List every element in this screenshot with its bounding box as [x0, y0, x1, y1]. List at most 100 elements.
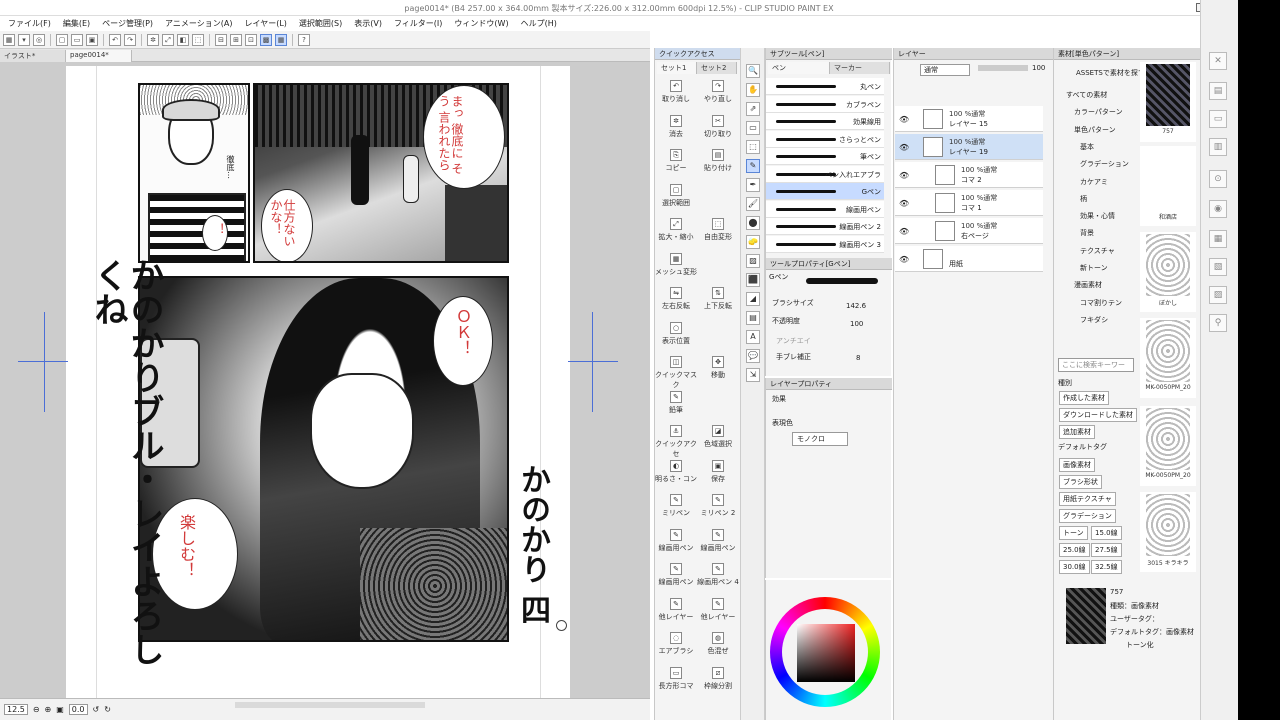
material-tree-item[interactable]: グラデーション [1080, 159, 1129, 169]
tool-icon[interactable]: ✎ [746, 159, 760, 173]
manga-page[interactable]: ！ 徹底… まっ 徹底に そう 言われたら 仕方ない かな！ ＯＫ！ 楽しむ！ … [66, 66, 570, 698]
menu-item[interactable]: レイヤー(L) [244, 18, 286, 29]
blend-mode-select[interactable]: 通常 [920, 64, 970, 76]
image-icon[interactable]: ▦ [1209, 230, 1227, 248]
tab-marker[interactable]: マーカー [830, 62, 890, 74]
eye-icon[interactable]: 👁 [899, 199, 909, 208]
material-tree-item[interactable]: 基本 [1080, 142, 1094, 152]
quick-access-button[interactable]: ▭ 長方形コマ [655, 665, 697, 699]
quick-access-button[interactable]: ✲ 消去 [655, 113, 697, 147]
quick-access-button[interactable]: ✎ 線画用ペン 4 [697, 561, 739, 595]
material-detail-tone[interactable]: トーン化 [1126, 640, 1154, 650]
tool-icon[interactable]: ▤ [746, 311, 760, 325]
tool-icon[interactable]: 💬 [746, 349, 760, 363]
eye-icon[interactable]: 👁 [899, 143, 909, 152]
layer-row[interactable]: 👁 100 %通常 レイヤー 19 [895, 134, 1043, 160]
quick-access-button[interactable]: ✎ 鉛筆 [655, 389, 697, 423]
subtool-item[interactable]: ペン入れエアブラ [766, 165, 884, 183]
canvas-area[interactable]: ！ 徹底… まっ 徹底に そう 言われたら 仕方ない かな！ ＯＫ！ 楽しむ！ … [0, 62, 650, 698]
panel-toggle-icon[interactable]: ✕ [1209, 52, 1227, 70]
rotate-right-icon[interactable]: ↻ [104, 705, 111, 714]
subtool-item[interactable]: カブラペン [766, 95, 884, 113]
tab-illust[interactable]: イラスト* [0, 50, 66, 62]
eye-icon[interactable]: 👁 [899, 227, 909, 236]
tab-set2[interactable]: セット2 [697, 62, 737, 74]
material-tree-item[interactable]: 単色パターン [1074, 125, 1116, 135]
material-search-input[interactable]: ここに検索キーワー [1058, 358, 1134, 372]
material-tag[interactable]: ダウンロードした素材 [1059, 408, 1137, 422]
eye-icon[interactable]: 👁 [899, 255, 909, 264]
zoom-value[interactable]: 12.5 [4, 704, 28, 715]
quick-access-button[interactable]: ▢ 選択範囲 [655, 182, 697, 216]
material-thumbnail[interactable]: MK-0050PM_20 [1140, 406, 1196, 486]
new-icon[interactable]: ▢ [56, 33, 68, 46]
subtool-item[interactable]: 線画用ペン [766, 200, 884, 218]
quick-access-button[interactable]: ✎ ミリペン 2 [697, 492, 739, 526]
rotate-left-icon[interactable]: ↺ [93, 705, 100, 714]
material-thumbnail[interactable]: 和酒店 [1140, 146, 1196, 226]
quick-access-button[interactable]: ✥ 移動 [697, 354, 739, 388]
material-thumbnail[interactable]: ぼかし [1140, 232, 1196, 312]
expression-color-select[interactable]: モノクロ [792, 432, 848, 446]
material-tree-item[interactable]: フキダシ [1080, 315, 1108, 325]
quick-access-button[interactable]: ✎ 他レイヤー [655, 596, 697, 630]
default-tag[interactable]: 画像素材 [1059, 458, 1095, 472]
quick-access-button[interactable]: ▦ メッシュ変形 [655, 251, 697, 285]
default-tag[interactable]: グラデーション [1059, 509, 1116, 523]
tool-icon[interactable]: ✒ [746, 178, 760, 192]
material-tree-item[interactable]: 背景 [1080, 228, 1094, 238]
subtool-item[interactable]: 効果線用 [766, 113, 884, 130]
quick-access-button[interactable]: ⚓ クイックアクセ [655, 423, 697, 458]
color-wheel[interactable] [770, 597, 880, 707]
default-tag[interactable]: ブラシ形状 [1059, 475, 1102, 489]
quick-access-button[interactable]: ◫ クイックマスク [655, 354, 697, 389]
material-tree-item[interactable]: 漫画素材 [1074, 280, 1102, 290]
layer-row[interactable]: 👁 用紙 [895, 246, 1043, 272]
tool-icon[interactable]: ◢ [746, 292, 760, 306]
redo-icon[interactable]: ↷ [124, 33, 136, 46]
quick-access-button[interactable]: ⇅ 上下反転 [697, 285, 739, 319]
snap-ruler-icon[interactable]: ⊞ [230, 33, 242, 46]
opacity-value[interactable]: 100 [850, 320, 863, 328]
eye-icon[interactable]: 👁 [899, 171, 909, 180]
snap-guide-icon[interactable]: ▦ [275, 33, 287, 46]
rotate-handle[interactable] [556, 620, 567, 631]
tool-icon[interactable]: ⇗ [746, 102, 760, 116]
open-icon[interactable]: ▭ [71, 33, 83, 46]
menu-icon[interactable]: ▦ [3, 33, 15, 46]
menu-item[interactable]: 表示(V) [354, 18, 382, 29]
material-icon[interactable]: ▨ [1209, 286, 1227, 304]
history-icon[interactable]: ▥ [1209, 138, 1227, 156]
quick-access-button[interactable]: ✎ 線画用ペン [655, 527, 697, 561]
navigator-icon[interactable]: ▭ [1209, 110, 1227, 128]
material-tag[interactable]: 作成した素材 [1059, 391, 1109, 405]
quick-access-button[interactable]: ⤢ 拡大・縮小 [655, 216, 697, 250]
material-tree-item[interactable]: 効果・心情 [1080, 211, 1115, 221]
subtool-item[interactable]: 線画用ペン 2 [766, 218, 884, 235]
zoom-out-icon[interactable]: ⊖ [33, 705, 40, 714]
material-thumbnail[interactable]: 757 [1140, 62, 1196, 142]
undo-icon[interactable]: ↶ [109, 33, 121, 46]
sublayer-icon[interactable]: ▧ [1209, 258, 1227, 276]
angle-value[interactable]: 0.0 [68, 704, 88, 715]
tab-page0014[interactable]: page0014* [66, 50, 132, 62]
menu-item[interactable]: アニメーション(A) [165, 18, 232, 29]
default-tag[interactable]: 27.5線 [1091, 543, 1122, 557]
snap-special-icon[interactable]: ⊡ [245, 33, 257, 46]
saturation-square[interactable] [797, 624, 855, 682]
default-tag[interactable]: 32.5線 [1091, 560, 1122, 574]
tab-pen[interactable]: ペン [768, 62, 830, 74]
quick-access-button[interactable]: ⬚ 自由変形 [697, 216, 739, 250]
default-tag[interactable]: 15.0線 [1091, 526, 1122, 540]
zoom-in-icon[interactable]: ⊕ [45, 705, 52, 714]
quick-access-button[interactable]: ✂ 切り取り [697, 113, 739, 147]
fill-icon[interactable]: ◧ [177, 33, 189, 46]
subtool-item[interactable]: 丸ペン [766, 78, 884, 95]
layer-icon[interactable]: ▤ [1209, 82, 1227, 100]
tool-icon[interactable]: 🔍 [746, 64, 760, 78]
horizontal-scrollbar[interactable] [235, 702, 425, 708]
color-set-icon[interactable]: ⊙ [1209, 170, 1227, 188]
material-tree-item[interactable]: カラーパターン [1074, 107, 1123, 117]
quick-access-button[interactable]: ◪ 色域選択 [697, 423, 739, 457]
menu-item[interactable]: ページ管理(P) [102, 18, 153, 29]
